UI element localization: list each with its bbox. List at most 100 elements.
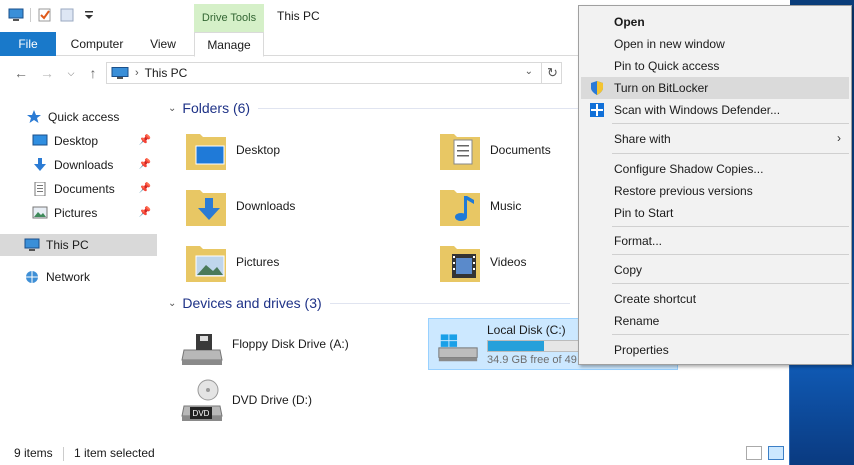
network-icon [26,271,38,283]
music-folder-icon [440,190,480,226]
folder-label: Music [490,199,522,213]
menu-item-turn-on-bitlocker[interactable]: Turn on BitLocker [581,77,849,99]
documents-folder-icon [440,134,480,170]
menu-item-restore-previous[interactable]: Restore previous versions [581,180,849,202]
selection-count: 1 item selected [74,446,155,460]
folder-tile-downloads[interactable]: Downloads [182,180,422,232]
sidebar-item-label: Network [46,270,91,284]
drive-tile-floppy[interactable]: Floppy Disk Drive (A:) [178,318,418,370]
menu-item-scan-defender[interactable]: Scan with Windows Defender... [581,99,849,121]
menu-item-share-with[interactable]: Share with › [581,128,849,150]
menu-item-label: Properties [614,343,669,357]
recent-locations-chevron-icon[interactable]: ⌵ [62,64,80,82]
breadcrumb-chevron-icon[interactable]: › [135,67,139,79]
sidebar-item-desktop[interactable]: Desktop 📌 [0,130,157,152]
menu-item-configure-shadow-copies[interactable]: Configure Shadow Copies... [581,158,849,180]
menu-item-label: Configure Shadow Copies... [614,162,764,176]
customize-toolbar-icon[interactable] [81,8,97,22]
menu-item-open-new-window[interactable]: Open in new window [581,33,849,55]
menu-item-format[interactable]: Format... [581,230,849,252]
sidebar-item-label: Desktop [54,134,99,148]
navigation-pane: Quick access Desktop 📌 Downloads 📌 Docum… [0,98,158,438]
menu-item-label: Pin to Start [614,206,674,220]
folder-tile-desktop[interactable]: Desktop [182,124,422,176]
menu-item-copy[interactable]: Copy [581,259,849,281]
dvd-drive-icon: DVD [181,379,223,421]
breadcrumb[interactable]: This PC [145,66,188,80]
drive-label: DVD Drive (D:) [232,393,312,407]
this-pc-icon [111,67,129,79]
menu-item-label: Pin to Quick access [614,59,720,73]
submenu-arrow-icon: › [837,131,841,145]
sidebar-item-network[interactable]: Network [0,266,157,288]
menu-item-label: Open in new window [614,37,725,51]
pin-icon[interactable]: 📌 [139,183,151,194]
pin-icon[interactable]: 📌 [139,135,151,146]
menu-separator [612,123,849,124]
tab-manage[interactable]: Manage [194,32,264,57]
drive-usage-fill [488,340,545,351]
pictures-folder-icon [186,246,226,282]
properties-icon[interactable] [37,8,53,22]
menu-item-rename[interactable]: Rename [581,310,849,332]
downloads-folder-icon [186,190,226,226]
tab-computer[interactable]: Computer [62,32,132,56]
menu-item-label: Copy [614,263,643,277]
menu-separator [612,226,849,227]
drive-label: Floppy Disk Drive (A:) [232,337,349,351]
menu-item-label: Open [614,15,645,29]
this-pc-icon [24,238,40,251]
forward-arrow-icon[interactable]: → [38,64,56,82]
tab-file[interactable]: File [0,32,56,56]
sidebar-item-quick-access[interactable]: Quick access [0,106,157,128]
folder-label: Desktop [236,143,281,157]
folder-label: Videos [490,255,527,269]
group-divider [258,107,579,109]
pin-icon[interactable]: 📌 [139,207,151,218]
collapse-chevron-icon[interactable]: ⌄ [168,298,176,309]
menu-item-label: Turn on BitLocker [614,81,709,95]
drives-group-header[interactable]: ⌄ Devices and drives (3) [168,293,570,313]
sidebar-item-label: Pictures [54,206,98,220]
folder-tile-pictures[interactable]: Pictures [182,236,422,288]
back-arrow-icon[interactable]: ← [12,64,30,82]
address-dropdown-icon[interactable]: ⌄ [525,66,533,77]
collapse-chevron-icon[interactable]: ⌄ [168,103,176,114]
sidebar-item-downloads[interactable]: Downloads 📌 [0,154,157,176]
computer-icon[interactable] [8,8,24,22]
folder-label: Pictures [236,255,280,269]
menu-item-pin-quick-access[interactable]: Pin to Quick access [581,55,849,77]
local-disk-icon [438,334,478,362]
address-bar[interactable]: › This PC ⌄ [106,62,562,84]
sidebar-item-this-pc[interactable]: This PC [0,234,157,256]
menu-separator [612,283,849,284]
pictures-icon [32,206,48,219]
menu-separator [612,153,849,154]
menu-item-label: Scan with Windows Defender... [614,103,781,117]
sidebar-item-label: Quick access [48,110,120,124]
windows-defender-icon [590,103,604,117]
new-folder-icon[interactable] [59,8,75,22]
sidebar-item-label: Documents [54,182,115,196]
folders-group-header[interactable]: ⌄ Folders (6) [168,98,579,118]
sidebar-item-pictures[interactable]: Pictures 📌 [0,202,157,224]
large-icons-view-icon[interactable] [768,446,784,460]
menu-item-label: Format... [614,234,663,248]
shield-icon [591,81,603,95]
menu-item-open[interactable]: Open [581,11,849,33]
up-arrow-icon[interactable]: ↑ [84,64,102,82]
floppy-drive-icon [181,334,223,365]
menu-item-label: Create shortcut [614,292,697,306]
details-view-icon[interactable] [746,446,762,460]
menu-separator [612,254,849,255]
menu-item-properties[interactable]: Properties [581,339,849,361]
drive-tile-dvd[interactable]: DVD DVD Drive (D:) [178,374,418,426]
menu-item-pin-to-start[interactable]: Pin to Start [581,202,849,224]
menu-item-create-shortcut[interactable]: Create shortcut [581,288,849,310]
tab-view[interactable]: View [142,32,184,56]
refresh-icon[interactable]: ↻ [541,62,563,84]
pin-icon[interactable]: 📌 [139,159,151,170]
menu-separator [612,334,849,335]
sidebar-item-label: This PC [46,238,89,252]
sidebar-item-documents[interactable]: Documents 📌 [0,178,157,200]
